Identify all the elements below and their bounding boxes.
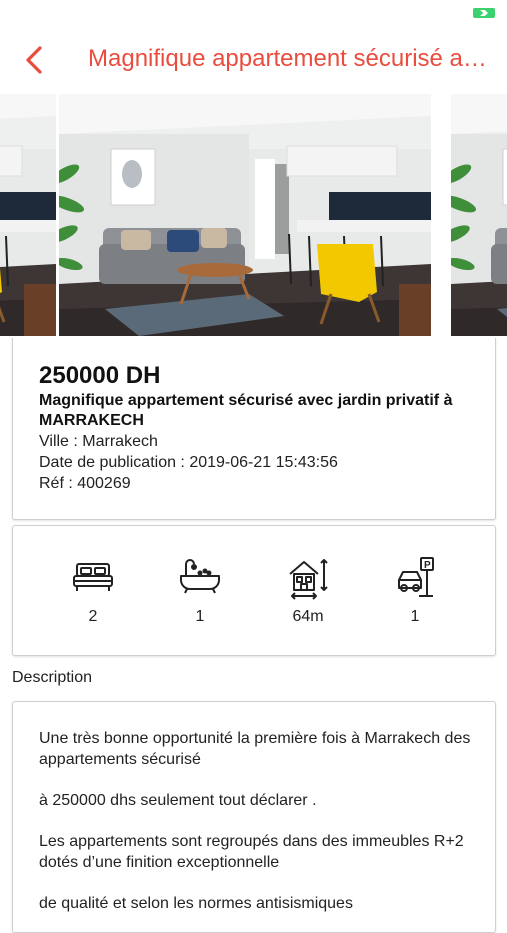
feature-parking: P 1 [375, 556, 455, 626]
carousel-image-current[interactable] [59, 94, 431, 336]
listing-reference: Réf : 400269 [39, 475, 131, 492]
back-button[interactable] [18, 42, 54, 78]
feature-parking-value: 1 [410, 608, 420, 625]
description-paragraph: Une très bonne opportunité la première f… [39, 730, 471, 768]
parking-icon: P [398, 557, 434, 597]
bathtub-icon [180, 559, 220, 594]
description-label: Description [12, 669, 93, 686]
battery-charging-icon [473, 8, 495, 18]
description-paragraph: à 250000 dhs seulement tout déclarer . [39, 792, 317, 809]
carousel-image-next[interactable] [451, 94, 507, 336]
carousel-image-previous[interactable] [0, 94, 56, 336]
feature-surface: 64m [268, 556, 348, 626]
description-paragraph: de qualité et selon les normes antisismi… [39, 895, 353, 912]
description-paragraph: Les appartements sont regroupés dans des… [39, 833, 464, 871]
listing-publication-date: Date de publication : 2019-06-21 15:43:5… [39, 454, 338, 471]
svg-text:P: P [424, 560, 431, 571]
listing-title: Magnifique appartement sécurisé avec jar… [39, 392, 453, 429]
listing-city: Ville : Marrakech [39, 433, 158, 450]
photo-carousel[interactable] [0, 94, 507, 336]
feature-bedrooms-value: 2 [88, 608, 98, 625]
page-title: Magnifique appartement sécurisé avec jar… [88, 45, 487, 72]
listing-info-card: 250000 DH Magnifique appartement sécuris… [12, 338, 496, 520]
bed-icon [73, 563, 113, 591]
navigation-bar: Magnifique appartement sécurisé avec jar… [0, 22, 507, 94]
chevron-left-icon [26, 46, 42, 74]
description-card: Une très bonne opportunité la première f… [12, 701, 496, 933]
feature-bathrooms-value: 1 [195, 608, 205, 625]
house-area-icon [289, 559, 328, 600]
feature-surface-value: 64m [292, 608, 324, 625]
feature-bathrooms: 1 [160, 556, 240, 626]
feature-bedrooms: 2 [53, 556, 133, 626]
listing-price: 250000 DH [39, 362, 161, 389]
features-card: 2 1 64m P 1 [12, 525, 496, 656]
status-bar [0, 0, 507, 22]
